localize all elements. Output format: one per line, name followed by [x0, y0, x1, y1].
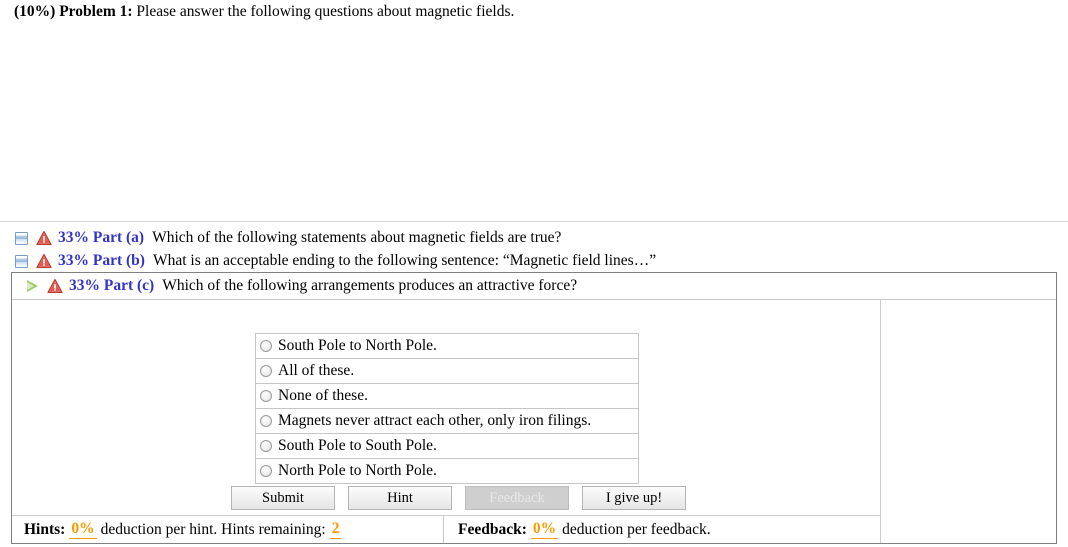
- part-label-c[interactable]: 33% Part (c): [69, 277, 154, 295]
- part-label-b[interactable]: 33% Part (b): [58, 252, 145, 270]
- option-label-4[interactable]: Magnets never attract each other, only i…: [278, 411, 591, 431]
- radio-button-option-1[interactable]: [260, 339, 272, 352]
- option-row[interactable]: South Pole to North Pole.: [255, 333, 639, 359]
- part-label-a[interactable]: 33% Part (a): [58, 229, 144, 247]
- part-body: South Pole to North Pole. All of these.: [12, 300, 1056, 543]
- feedback-deduction-value: 0%: [530, 520, 559, 539]
- green-play-triangle-icon[interactable]: [25, 278, 42, 294]
- option-label-1[interactable]: South Pole to North Pole.: [278, 336, 437, 356]
- option-label-3[interactable]: None of these.: [278, 386, 368, 406]
- radio-button-option-5[interactable]: [260, 439, 272, 452]
- page-title: (10%) Problem 1: Please answer the follo…: [14, 2, 514, 21]
- part-body-right: [882, 300, 1056, 543]
- part-row-a[interactable]: 33% Part (a) Which of the following stat…: [14, 226, 561, 250]
- collapsed-window-icon[interactable]: [14, 253, 31, 269]
- part-row-b[interactable]: 33% Part (b) What is an acceptable endin…: [14, 249, 656, 273]
- option-row[interactable]: South Pole to South Pole.: [255, 433, 639, 459]
- part-text-c: Which of the following arrangements prod…: [162, 277, 578, 294]
- option-row[interactable]: None of these.: [255, 383, 639, 409]
- part-text-b: What is an acceptable ending to the foll…: [152, 252, 657, 269]
- action-button-row: Submit Hint Feedback I give up!: [231, 486, 686, 510]
- part-text-a: Which of the following statements about …: [152, 229, 562, 246]
- active-part-panel: 33% Part (c) Which of the following arra…: [11, 272, 1057, 544]
- deduction-footer: Hints: 0% deduction per hint. Hints rema…: [12, 515, 881, 543]
- hints-cell: Hints: 0% deduction per hint. Hints rema…: [12, 516, 444, 543]
- hints-deduction-value: 0%: [69, 520, 97, 539]
- answer-options-table: South Pole to North Pole. All of these.: [255, 333, 639, 484]
- option-label-6[interactable]: North Pole to North Pole.: [278, 461, 437, 481]
- option-label-5[interactable]: South Pole to South Pole.: [278, 436, 437, 456]
- section-divider: [0, 221, 1068, 222]
- radio-button-option-4[interactable]: [260, 414, 272, 427]
- submit-button[interactable]: Submit: [231, 486, 335, 510]
- option-row[interactable]: All of these.: [255, 358, 639, 384]
- warning-triangle-icon: [47, 278, 63, 294]
- collapsed-window-icon[interactable]: [14, 230, 31, 246]
- radio-button-option-2[interactable]: [260, 364, 272, 377]
- hints-label: Hints:: [24, 520, 66, 538]
- feedback-label: Feedback:: [458, 520, 527, 538]
- warning-triangle-icon: [36, 253, 52, 269]
- problem-prompt: Please answer the following questions ab…: [136, 3, 515, 20]
- hints-deduction-text: deduction per hint. Hints remaining:: [100, 520, 326, 538]
- part-body-left: South Pole to North Pole. All of these.: [12, 300, 881, 543]
- feedback-cell: Feedback: 0% deduction per feedback.: [444, 516, 881, 543]
- radio-button-option-6[interactable]: [260, 464, 272, 477]
- hint-button[interactable]: Hint: [348, 486, 452, 510]
- give-up-button[interactable]: I give up!: [582, 486, 686, 510]
- warning-triangle-icon: [36, 230, 52, 246]
- radio-button-option-3[interactable]: [260, 389, 272, 402]
- option-label-2[interactable]: All of these.: [278, 361, 354, 381]
- problem-number: Problem 1:: [59, 3, 133, 20]
- feedback-button: Feedback: [465, 486, 569, 510]
- option-row[interactable]: North Pole to North Pole.: [255, 458, 639, 484]
- part-row-c[interactable]: 33% Part (c) Which of the following arra…: [12, 273, 1056, 300]
- hints-remaining-value: 2: [329, 520, 342, 539]
- feedback-deduction-text: deduction per feedback.: [562, 520, 711, 538]
- problem-weight: (10%): [14, 3, 56, 20]
- option-row[interactable]: Magnets never attract each other, only i…: [255, 408, 639, 434]
